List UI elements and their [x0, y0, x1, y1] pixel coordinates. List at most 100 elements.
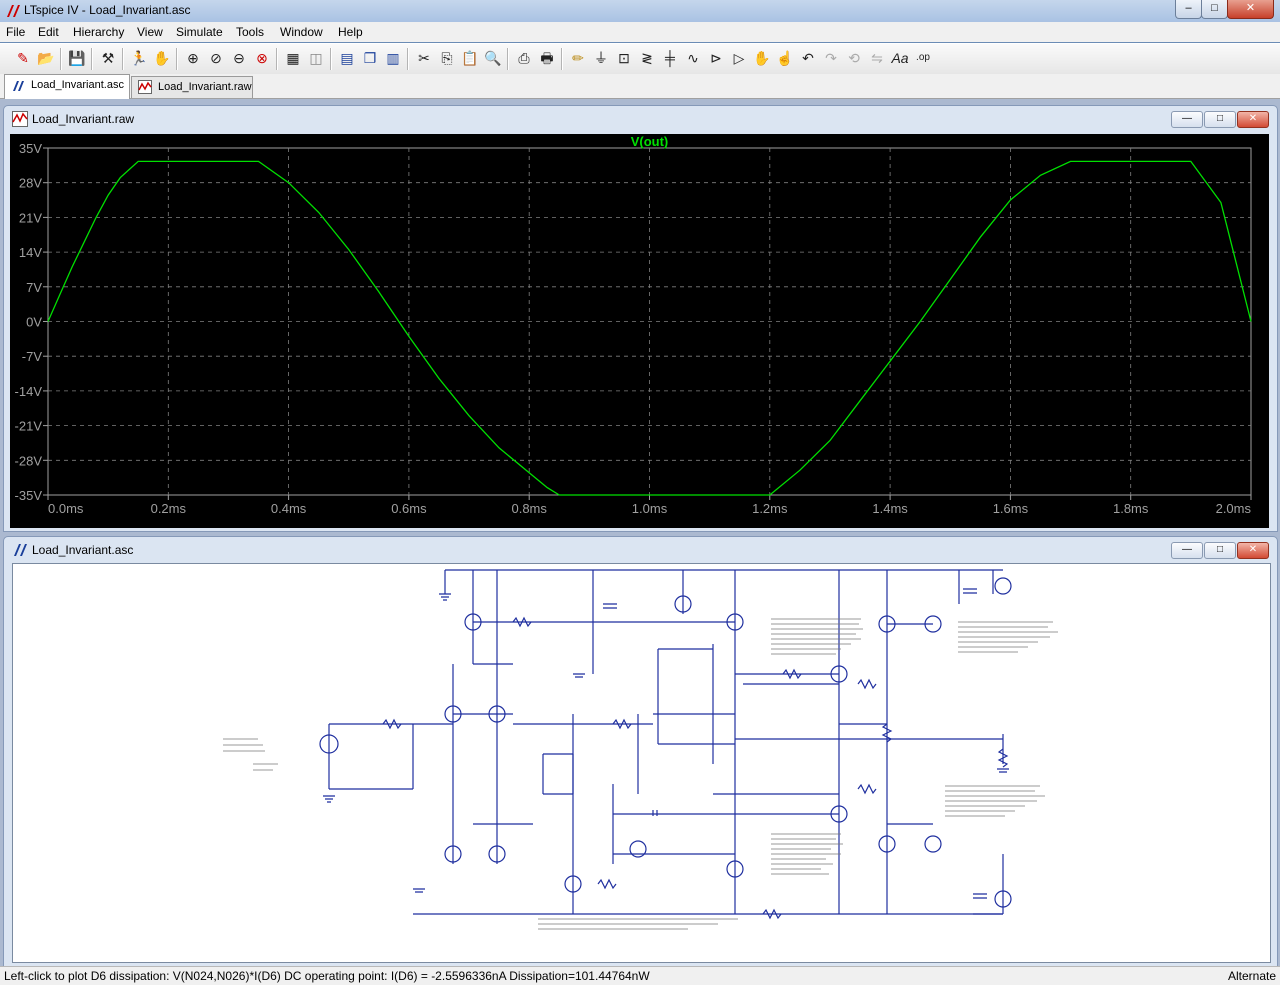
app-titlebar[interactable]: LTspice IV - Load_Invariant.asc – □ ✕	[0, 0, 1280, 23]
menu-file[interactable]: File	[6, 25, 25, 39]
y-tick-label: -21V	[15, 419, 43, 434]
tile-vertical-icon[interactable]: ▥	[383, 48, 403, 68]
mdi-area: Load_Invariant.raw — □ ✕ 35V 28V 21V 14V 7V 0…	[0, 99, 1280, 967]
y-tick-label: 0V	[26, 315, 42, 330]
zoom-out-icon[interactable]: ⊖	[229, 48, 249, 68]
trace-label: V(out)	[631, 134, 669, 149]
tile-horizontal-icon[interactable]: ▤	[337, 48, 357, 68]
cut-icon[interactable]: ✂	[414, 48, 434, 68]
status-message: Left-click to plot D6 dissipation: V(N02…	[4, 969, 650, 983]
paste-icon[interactable]: 📋	[460, 48, 480, 68]
maximize-button[interactable]: □	[1201, 0, 1228, 19]
x-tick-label: 2.0ms	[1216, 501, 1252, 516]
y-tick-label: -7V	[22, 349, 43, 364]
menu-window[interactable]: Window	[280, 25, 323, 39]
open-icon[interactable]: 📂	[36, 48, 56, 68]
waveform-close-button[interactable]: ✕	[1237, 111, 1269, 128]
cascade-icon[interactable]: ❐	[360, 48, 380, 68]
y-tick-label: 35V	[19, 141, 42, 156]
y-tick-label: 21V	[19, 210, 42, 225]
app-title: LTspice IV - Load_Invariant.asc	[24, 3, 191, 17]
menu-view[interactable]: View	[137, 25, 163, 39]
schematic-maximize-button[interactable]: □	[1204, 542, 1236, 559]
rotate-icon[interactable]: ⟲	[844, 48, 864, 68]
x-tick-label: 1.2ms	[752, 501, 788, 516]
ground-icon[interactable]: ⏚	[591, 48, 611, 68]
waveform-chart[interactable]: 35V 28V 21V 14V 7V 0V -7V -14V -21V -28V -35V 0.0ms…	[10, 134, 1269, 528]
redo-icon[interactable]: ↷	[821, 48, 841, 68]
schematic-icon	[14, 544, 27, 556]
run-icon[interactable]: 🏃	[129, 48, 149, 68]
menu-help[interactable]: Help	[338, 25, 363, 39]
waveform-icon	[12, 111, 28, 127]
plot-area[interactable]: 35V 28V 21V 14V 7V 0V -7V -14V -21V -28V -35V 0.0ms…	[10, 134, 1269, 528]
y-tick-label: -35V	[15, 488, 43, 503]
menu-simulate[interactable]: Simulate	[176, 25, 223, 39]
new-schematic-icon[interactable]: ✎	[13, 48, 33, 68]
save-icon[interactable]: 💾	[67, 48, 87, 68]
x-tick-label: 1.0ms	[632, 501, 668, 516]
fft-icon[interactable]: ◫	[306, 48, 326, 68]
drag-icon[interactable]: ☝	[775, 48, 795, 68]
close-button[interactable]: ✕	[1227, 0, 1274, 19]
schematic-minimize-button[interactable]: —	[1171, 542, 1203, 559]
tab-waveform[interactable]: Load_Invariant.raw	[131, 76, 253, 98]
waveform-maximize-button[interactable]: □	[1204, 111, 1236, 128]
y-tick-label: 14V	[19, 245, 42, 260]
waveform-window-title: Load_Invariant.raw	[32, 112, 135, 126]
schematic-canvas[interactable]	[12, 563, 1271, 963]
status-mode: Alternate	[1227, 969, 1276, 983]
move-icon[interactable]: ✋	[752, 48, 772, 68]
ltspice-logo-icon	[7, 5, 20, 17]
menu-hierarchy[interactable]: Hierarchy	[73, 25, 124, 39]
x-tick-label: 0.8ms	[511, 501, 547, 516]
x-tick-label: 1.8ms	[1113, 501, 1149, 516]
y-tick-label: -28V	[15, 453, 43, 468]
find-icon[interactable]: 🔍	[483, 48, 503, 68]
x-tick-label: 0.0ms	[48, 501, 84, 516]
document-tabs: Load_Invariant.asc Load_Invariant.raw	[0, 74, 1280, 99]
zoom-in-icon[interactable]: ⊕	[183, 48, 203, 68]
inductor-icon[interactable]: ∿	[683, 48, 703, 68]
zoom-cancel-icon[interactable]: ⊗	[252, 48, 272, 68]
waveform-window[interactable]: Load_Invariant.raw — □ ✕ 35V 28V 21V 14V 7V 0…	[3, 105, 1278, 532]
resistor-icon[interactable]: ≷	[637, 48, 657, 68]
minimize-button[interactable]: –	[1175, 0, 1202, 19]
schematic-window[interactable]: Load_Invariant.asc — □ ✕	[3, 536, 1278, 967]
text-icon[interactable]: Aa	[890, 48, 910, 68]
schematic-close-button[interactable]: ✕	[1237, 542, 1269, 559]
schematic-window-title: Load_Invariant.asc	[32, 543, 134, 557]
draw-wire-icon[interactable]: ✏	[568, 48, 588, 68]
autorange-icon[interactable]: ▦	[283, 48, 303, 68]
y-tick-label: 28V	[19, 176, 42, 191]
halt-icon[interactable]: ✋	[152, 48, 172, 68]
print-setup-icon[interactable]: ⎙	[514, 48, 534, 68]
status-bar: Left-click to plot D6 dissipation: V(N02…	[0, 966, 1280, 985]
y-tick-label: -14V	[15, 384, 43, 399]
x-tick-label: 1.6ms	[993, 501, 1029, 516]
y-tick-label: 7V	[26, 280, 42, 295]
schematic-icon	[13, 81, 24, 91]
capacitor-icon[interactable]: ╪	[660, 48, 680, 68]
x-tick-label: 0.2ms	[151, 501, 187, 516]
menu-edit[interactable]: Edit	[38, 25, 59, 39]
zoom-area-icon[interactable]: ⊘	[206, 48, 226, 68]
x-tick-label: 0.4ms	[271, 501, 307, 516]
waveform-minimize-button[interactable]: —	[1171, 111, 1203, 128]
component-icon[interactable]: ▷	[729, 48, 749, 68]
print-icon[interactable]: 🖶	[537, 48, 557, 68]
diode-icon[interactable]: ⊳	[706, 48, 726, 68]
label-net-icon[interactable]: ⊡	[614, 48, 634, 68]
tab-schematic[interactable]: Load_Invariant.asc	[4, 74, 130, 99]
tab-schematic-label: Load_Invariant.asc	[31, 79, 124, 91]
undo-icon[interactable]: ↶	[798, 48, 818, 68]
x-tick-label: 0.6ms	[391, 501, 427, 516]
amplifier-schematic-drawing[interactable]	[13, 564, 1270, 962]
mirror-icon[interactable]: ⇋	[867, 48, 887, 68]
toolbar: ✎ 📂 💾 ⚒ 🏃 ✋ ⊕ ⊘ ⊖ ⊗ ▦ ◫ ▤ ❐ ▥ ✂ ⎘ 📋 🔍 ⎙ …	[0, 43, 1280, 75]
waveform-icon	[138, 80, 152, 94]
copy-icon[interactable]: ⎘	[437, 48, 457, 68]
menu-tools[interactable]: Tools	[236, 25, 264, 39]
control-panel-icon[interactable]: ⚒	[98, 48, 118, 68]
spice-directive-icon[interactable]: .op	[913, 48, 933, 68]
